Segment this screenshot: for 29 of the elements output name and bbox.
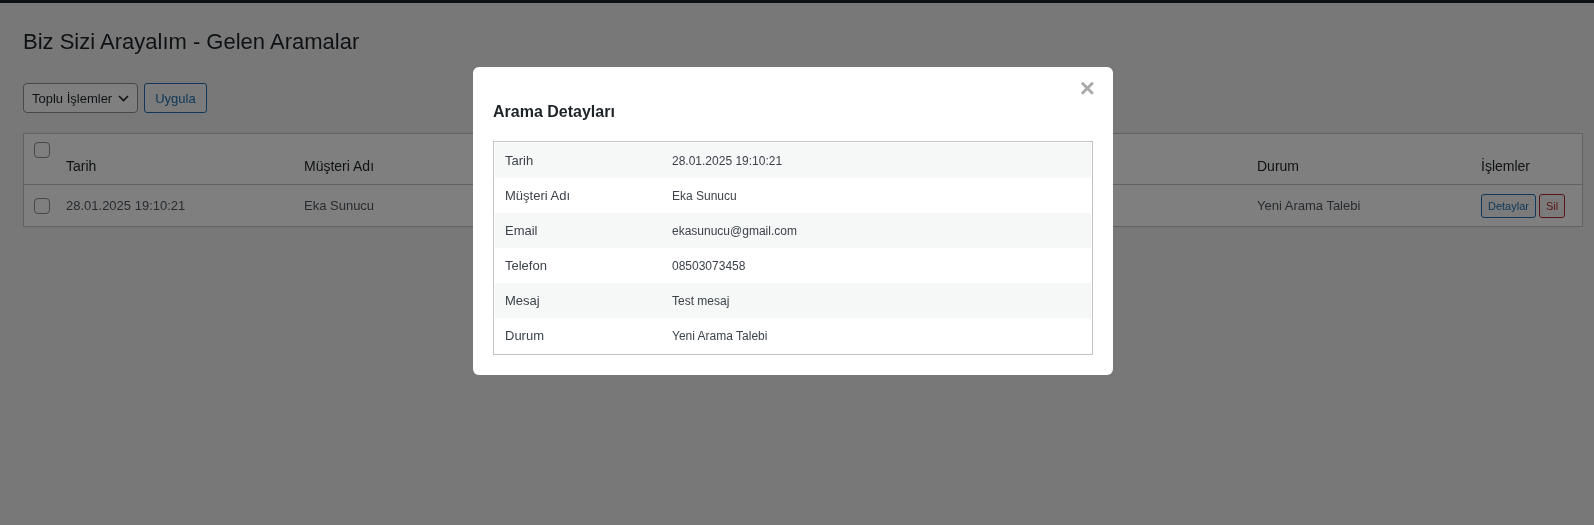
field-label: Müşteri Adı [505,188,572,203]
column-header: İşlemler [1481,158,1530,174]
field-value: 08503073458 [672,258,747,273]
delete-button[interactable]: Sil [1538,193,1566,218]
select-all-checkbox[interactable] [34,142,50,158]
column-header: Müşteri Adı [304,158,375,174]
field-label: Tarih [505,153,535,168]
row-checkbox[interactable] [34,197,50,214]
chevron-down-icon [118,94,130,102]
page-title: Biz Sizi Arayalım - Gelen Aramalar [23,29,361,55]
field-label: Mesaj [505,293,541,308]
modal-title: Arama Detayları [493,103,616,121]
field-value: Test mesaj [672,293,731,308]
apply-button[interactable]: Uygula [144,83,207,113]
table-cell: 28.01.2025 19:10:21 [66,198,186,213]
details-button[interactable]: Detaylar [1481,193,1536,218]
field-label: Durum [505,328,545,343]
field-value: Eka Sunucu [672,188,738,203]
column-header: Tarih [66,158,97,174]
field-value: Yeni Arama Talebi [672,328,769,343]
close-button[interactable]: × [1079,75,1095,101]
bulk-actions-select[interactable]: Toplu İşlemler [23,83,139,113]
table-cell: Eka Sunucu [304,198,375,213]
field-value: ekasunucu@gmail.com [672,223,798,238]
field-label: Email [505,223,539,238]
table-cell: Yeni Arama Talebi [1257,198,1361,213]
field-value: 28.01.2025 19:10:21 [672,153,784,168]
field-label: Telefon [505,258,548,273]
column-header: Durum [1257,158,1299,174]
